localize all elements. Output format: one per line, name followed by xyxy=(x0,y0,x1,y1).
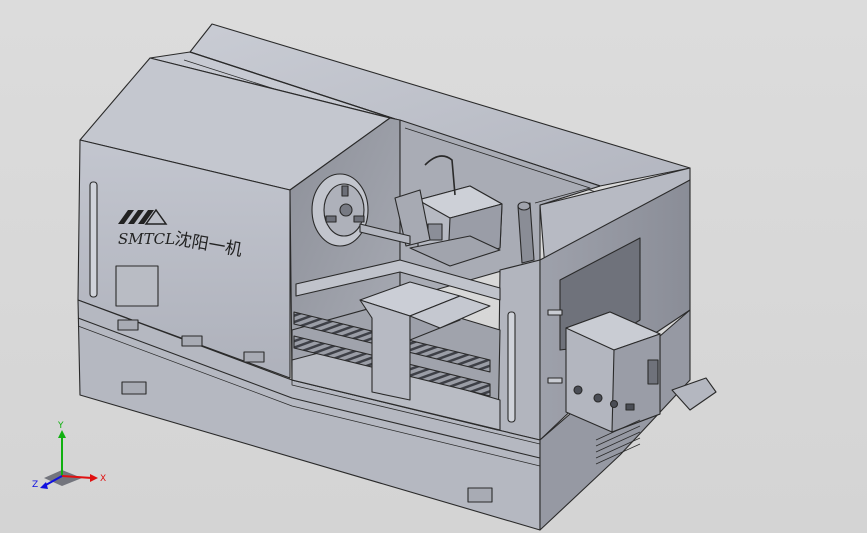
pipe-stub-1 xyxy=(547,309,563,316)
pipe-stub-2 xyxy=(547,377,563,384)
y-axis-label: Y xyxy=(57,421,64,431)
base-slot-1 xyxy=(117,319,139,331)
tailstock-knob xyxy=(517,201,531,211)
chuck-center xyxy=(339,203,353,217)
coordinate-triad: Y X Z xyxy=(32,421,106,490)
x-axis-arrow xyxy=(90,474,98,482)
z-axis-label: Z xyxy=(32,480,38,490)
y-axis-arrow xyxy=(58,430,66,438)
base-foot-slot-1 xyxy=(121,381,147,395)
front-panel-nameplate xyxy=(115,265,159,307)
tailstock-front-panel xyxy=(497,259,541,441)
left-door-handle xyxy=(89,181,98,298)
cabinet-connector-3 xyxy=(609,399,619,409)
cabinet-display xyxy=(647,359,659,385)
chuck-jaw-3 xyxy=(353,215,365,223)
z-axis-arrow xyxy=(40,482,48,489)
turret-window xyxy=(427,223,443,241)
chuck-jaw-1 xyxy=(341,185,349,197)
base-slot-2 xyxy=(181,335,203,347)
lathe-model-view[interactable]: SMTCL 沈阳一机 Y X Z xyxy=(0,0,867,533)
base-slot-3 xyxy=(243,351,265,363)
right-door-handle xyxy=(507,311,516,423)
chuck-jaw-2 xyxy=(325,215,337,223)
cabinet-port xyxy=(625,403,635,411)
cabinet-connector-1 xyxy=(573,385,583,395)
x-axis-label: X xyxy=(100,474,106,484)
brand-text: SMTCL xyxy=(118,230,175,248)
base-foot-slot-2 xyxy=(467,487,493,503)
cabinet-connector-2 xyxy=(593,393,603,403)
